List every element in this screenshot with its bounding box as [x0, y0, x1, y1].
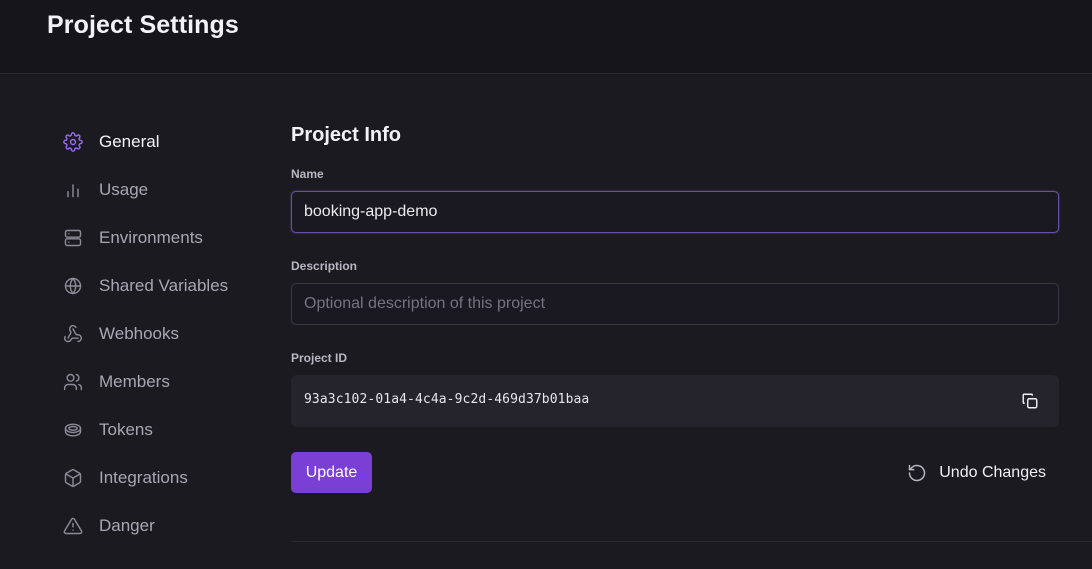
project-id-value: 93a3c102-01a4-4c4a-9c2d-469d37b01baa	[304, 392, 590, 407]
name-label: Name	[291, 167, 324, 181]
sidebar-item-label: Tokens	[99, 420, 153, 439]
sidebar-item-label: Shared Variables	[99, 276, 229, 295]
sidebar-item-label: Danger	[99, 516, 155, 535]
sidebar-item-usage[interactable]: Usage	[62, 166, 262, 214]
page-title: Project Settings	[47, 11, 239, 39]
undo-changes-label: Undo Changes	[939, 463, 1046, 481]
users-icon	[62, 371, 84, 393]
globe-icon	[62, 275, 84, 297]
settings-sidebar: General Usage Environments Shared Variab…	[62, 118, 262, 550]
sidebar-item-label: Integrations	[99, 468, 188, 487]
project-id-field: 93a3c102-01a4-4c4a-9c2d-469d37b01baa	[291, 375, 1059, 427]
sidebar-item-members[interactable]: Members	[62, 358, 262, 406]
sidebar-item-label: Webhooks	[99, 324, 180, 343]
copy-icon	[1021, 392, 1039, 410]
token-icon	[62, 419, 84, 441]
server-icon	[62, 227, 84, 249]
undo-icon	[906, 462, 928, 484]
bar-chart-icon	[62, 179, 84, 201]
webhook-icon	[62, 323, 84, 345]
name-input[interactable]	[291, 191, 1059, 233]
box-icon	[62, 467, 84, 489]
sidebar-item-general[interactable]: General	[62, 118, 262, 166]
sidebar-item-label: General	[99, 132, 160, 151]
sidebar-item-webhooks[interactable]: Webhooks	[62, 310, 262, 358]
sidebar-item-shared-variables[interactable]: Shared Variables	[62, 262, 262, 310]
sidebar-item-danger[interactable]: Danger	[62, 502, 262, 550]
warning-icon	[62, 515, 84, 537]
sidebar-item-integrations[interactable]: Integrations	[62, 454, 262, 502]
copy-button[interactable]	[1019, 390, 1041, 412]
update-button[interactable]: Update	[291, 452, 372, 493]
section-title: Project Info	[291, 124, 402, 146]
undo-changes-button[interactable]: Undo Changes	[906, 452, 1046, 493]
gear-icon	[62, 131, 84, 153]
divider	[291, 541, 1092, 542]
project-info-form: Project Info Name Description Project ID…	[291, 120, 1059, 493]
description-input[interactable]	[291, 283, 1059, 325]
sidebar-item-tokens[interactable]: Tokens	[62, 406, 262, 454]
sidebar-item-label: Members	[99, 372, 170, 391]
sidebar-item-environments[interactable]: Environments	[62, 214, 262, 262]
description-label: Description	[291, 259, 358, 273]
sidebar-item-label: Usage	[99, 180, 149, 199]
sidebar-item-label: Environments	[99, 228, 203, 247]
page-header: Project Settings	[0, 0, 1092, 74]
project-id-label: Project ID	[291, 351, 348, 365]
